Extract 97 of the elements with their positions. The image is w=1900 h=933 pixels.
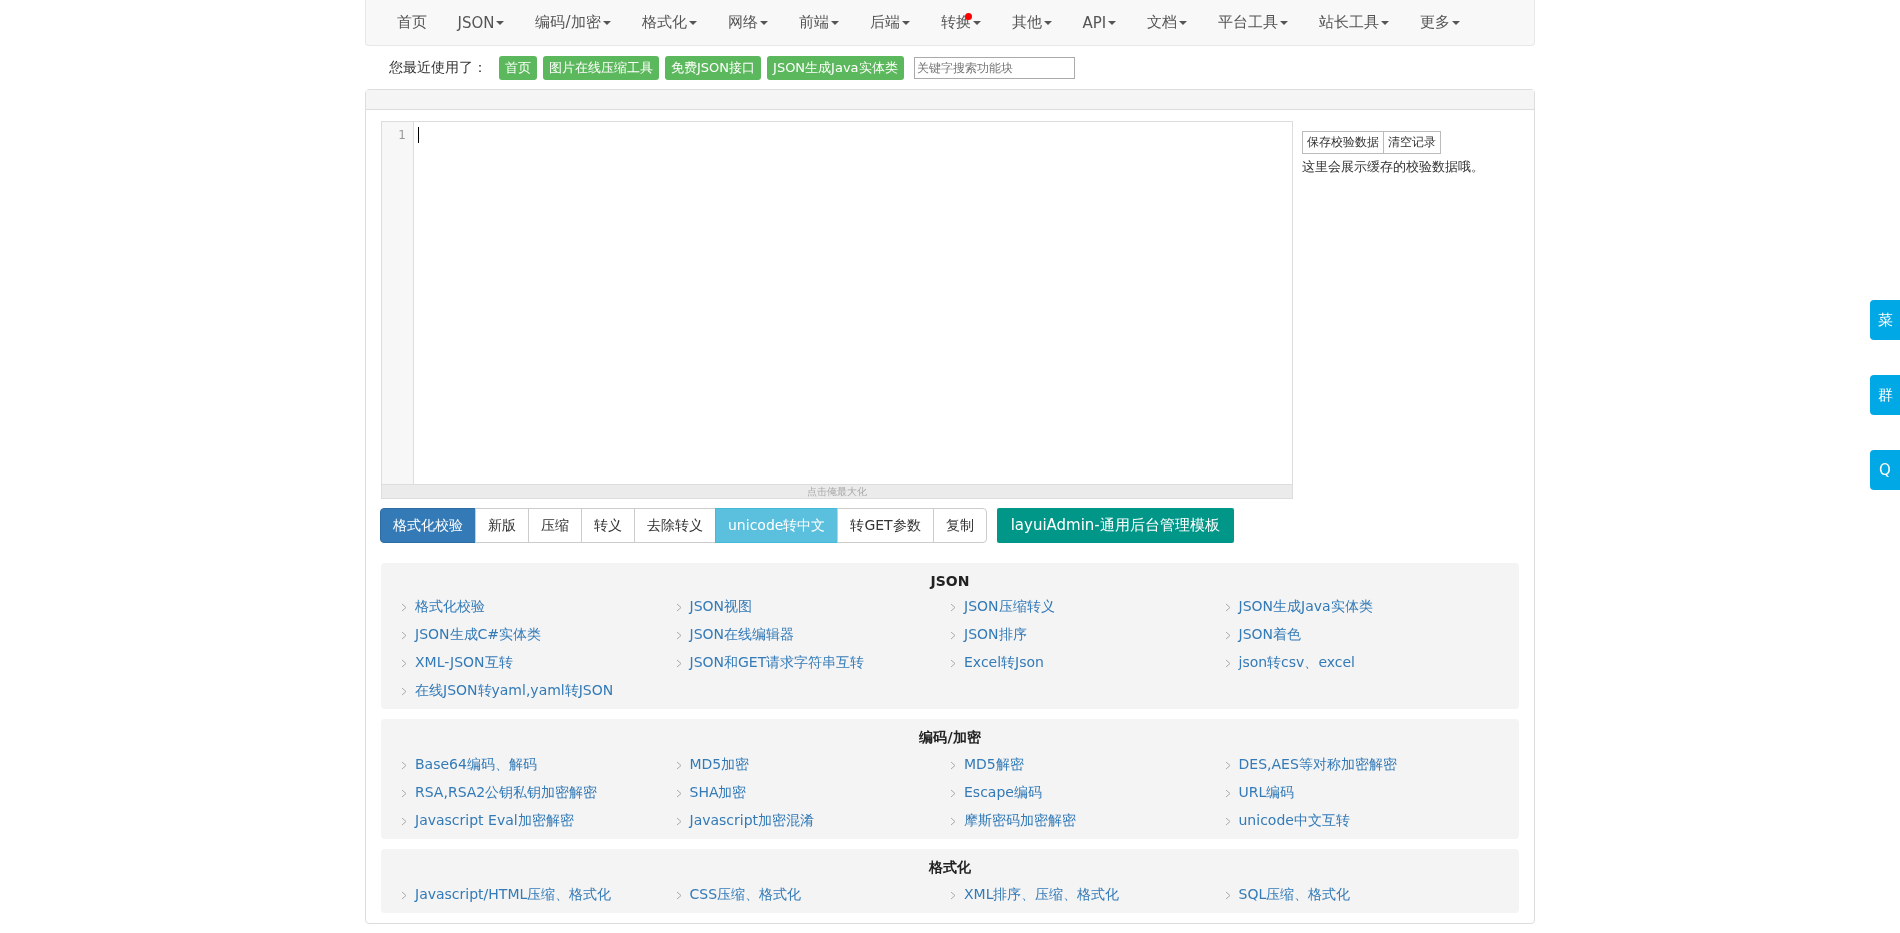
nav-link[interactable]: 平台工具	[1202, 0, 1304, 45]
chevron-icon	[401, 816, 407, 826]
chevron-icon	[675, 658, 682, 668]
chevron-icon	[950, 816, 956, 826]
chevron-icon	[950, 788, 956, 798]
recent-label: 您最近使用了：	[389, 59, 487, 77]
search-field[interactable]: 关键字搜索功能块	[913, 57, 1075, 79]
cache-note: 这里会展示缓存的校验数据哦。	[1302, 158, 1484, 176]
tool-link[interactable]: Base64编码、解码	[415, 756, 537, 774]
section-title: 格式化	[928, 859, 972, 877]
tool-link[interactable]: json转csv、excel	[1238, 654, 1355, 672]
tool-link[interactable]: JSON生成Java实体类	[1238, 598, 1373, 616]
tool-link[interactable]: JSON压缩转义	[964, 598, 1055, 616]
chevron-icon	[401, 890, 407, 900]
line-number: 1	[397, 128, 406, 142]
tool-link[interactable]: Javascript Eval加密解密	[415, 812, 574, 830]
tool-link[interactable]: JSON视图	[689, 598, 752, 616]
chevron-icon	[675, 760, 682, 770]
template-link-button[interactable]: layuiAdmin-通用后台管理模板	[996, 508, 1234, 543]
nav-link[interactable]: 后端	[854, 0, 926, 45]
chevron-icon	[675, 890, 682, 900]
tool-link[interactable]: DES,AES等对称加密解密	[1238, 756, 1397, 774]
tool-link[interactable]: MD5解密	[964, 756, 1024, 774]
tool-button[interactable]: 去除转义	[634, 508, 716, 543]
tool-link[interactable]: Javascript加密混淆	[689, 812, 815, 830]
chevron-icon	[950, 760, 956, 770]
section-title: JSON	[928, 573, 971, 589]
tool-link[interactable]: 在线JSON转yaml,yaml转JSON	[415, 682, 614, 700]
nav-link[interactable]: 转换	[925, 0, 997, 45]
chevron-icon	[950, 602, 956, 612]
chevron-icon	[401, 788, 407, 798]
chevron-icon	[950, 630, 956, 640]
recent-tag[interactable]: 首页	[499, 56, 537, 80]
tool-link[interactable]: Javascript/HTML压缩、格式化	[415, 886, 612, 904]
tool-button[interactable]: 转义	[581, 508, 635, 543]
tool-link[interactable]: JSON排序	[964, 626, 1027, 644]
nav-link[interactable]: 编码/加密	[520, 0, 627, 45]
chevron-icon	[950, 890, 956, 900]
tool-link[interactable]: JSON着色	[1238, 626, 1301, 644]
nav-link[interactable]: 站长工具	[1303, 0, 1405, 45]
tool-link[interactable]: XML-JSON互转	[415, 654, 513, 672]
tool-button[interactable]: 格式化校验	[380, 508, 476, 543]
chevron-icon	[401, 658, 407, 668]
tool-link[interactable]: unicode中文互转	[1238, 812, 1350, 830]
chevron-icon	[401, 630, 407, 640]
recent-tag[interactable]: JSON生成Java实体类	[767, 56, 904, 80]
tool-link[interactable]: Escape编码	[964, 784, 1042, 802]
nav-link[interactable]: JSON	[442, 0, 520, 45]
tool-button[interactable]: 新版	[475, 508, 529, 543]
tool-link[interactable]: RSA,RSA2公钥私钥加密解密	[415, 784, 598, 802]
tool-link[interactable]: SQL压缩、格式化	[1238, 886, 1351, 904]
nav-link[interactable]: 更多	[1404, 0, 1476, 45]
chevron-icon	[1224, 630, 1231, 640]
nav-link[interactable]: 文档	[1131, 0, 1203, 45]
tool-link[interactable]: MD5加密	[689, 756, 750, 774]
cache-button[interactable]: 清空记录	[1384, 131, 1441, 154]
chevron-icon	[1224, 760, 1231, 770]
tool-link[interactable]: Excel转Json	[964, 654, 1044, 672]
side-float-button[interactable]: Q	[1870, 450, 1900, 490]
chevron-icon	[1224, 658, 1231, 668]
chevron-icon	[675, 602, 682, 612]
recent-tag[interactable]: 图片在线压缩工具	[543, 56, 659, 80]
chevron-icon	[401, 686, 407, 696]
chevron-icon	[1224, 816, 1231, 826]
tool-button[interactable]: 压缩	[528, 508, 582, 543]
chevron-icon	[950, 658, 956, 668]
chevron-icon	[675, 788, 682, 798]
section-title: 编码/加密	[918, 729, 982, 747]
nav-link[interactable]: API	[1067, 0, 1132, 45]
text-cursor	[418, 127, 419, 143]
tool-link[interactable]: CSS压缩、格式化	[689, 886, 802, 904]
tool-button[interactable]: 复制	[932, 508, 987, 543]
tool-link[interactable]: SHA加密	[689, 784, 747, 802]
tool-link[interactable]: JSON生成C#实体类	[415, 626, 541, 644]
chevron-icon	[675, 816, 682, 826]
chevron-icon	[401, 760, 407, 770]
nav-link[interactable]: 首页	[381, 0, 442, 45]
side-float-button[interactable]: 菜	[1870, 300, 1900, 340]
chevron-icon	[675, 630, 682, 640]
cache-button[interactable]: 保存校验数据	[1302, 131, 1384, 154]
nav-link[interactable]: 格式化	[626, 0, 713, 45]
chevron-icon	[1224, 788, 1231, 798]
tool-link[interactable]: JSON和GET请求字符串互转	[689, 654, 865, 672]
chevron-icon	[401, 602, 407, 612]
nav-link[interactable]: 前端	[783, 0, 855, 45]
tool-link[interactable]: XML排序、压缩、格式化	[964, 886, 1120, 904]
recent-tag[interactable]: 免费JSON接口	[665, 56, 762, 80]
tool-button[interactable]: 转GET参数	[837, 508, 934, 543]
side-float-button[interactable]: 群	[1870, 375, 1900, 415]
tool-link[interactable]: JSON在线编辑器	[689, 626, 794, 644]
chevron-icon	[1224, 890, 1231, 900]
nav-link[interactable]: 其他	[996, 0, 1068, 45]
nav-link[interactable]: 网络	[712, 0, 784, 45]
tool-link[interactable]: 格式化校验	[415, 598, 485, 616]
tool-link[interactable]: URL编码	[1238, 784, 1295, 802]
tool-link[interactable]: 摩斯密码加密解密	[964, 812, 1076, 830]
chevron-icon	[1224, 602, 1231, 612]
